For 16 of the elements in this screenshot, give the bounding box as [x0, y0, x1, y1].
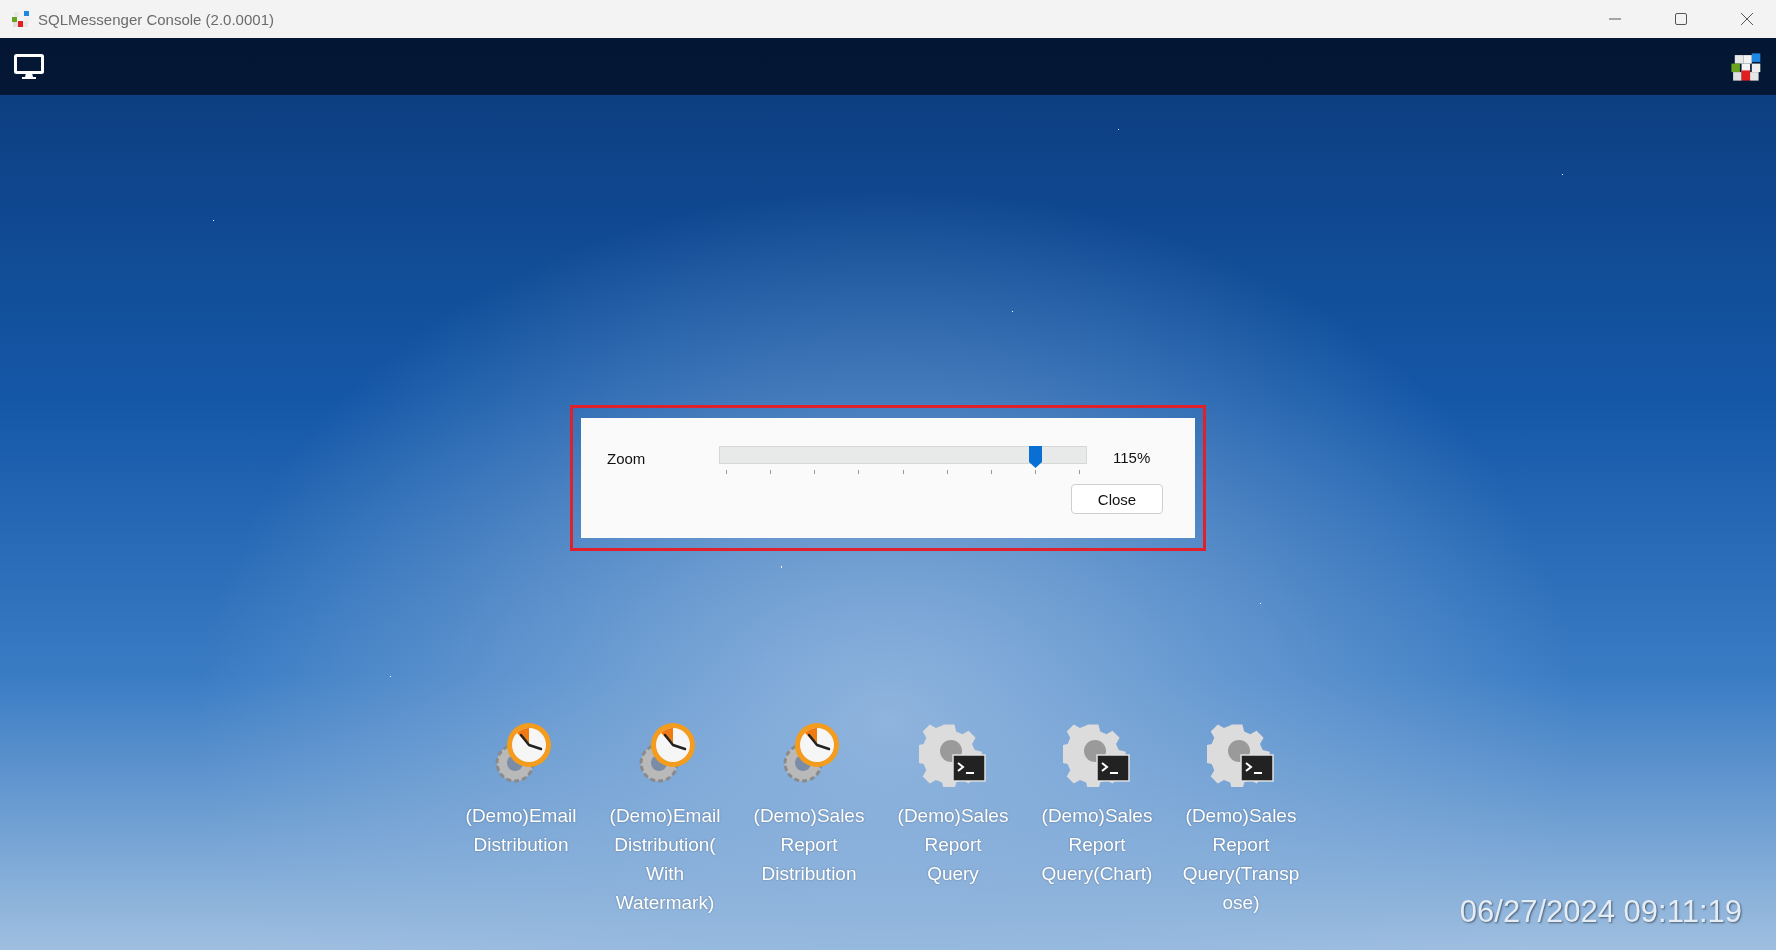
shortcut-label[interactable]: (Demo)Email Distribution [465, 801, 577, 859]
maximize-icon [1674, 12, 1688, 26]
shortcut-label[interactable]: (Demo)Sales Report Query(Chart) [1041, 801, 1153, 888]
cubes-logo-icon [10, 9, 30, 29]
shortcut-label[interactable]: (Demo)Sales Report Distribution [753, 801, 865, 888]
monitor-icon[interactable] [14, 53, 44, 80]
shortcut-label[interactable]: (Demo)Sales Report Query(Transp ose) [1182, 801, 1300, 917]
shortcut-label[interactable]: (Demo)Email Distribution( With Watermark) [609, 801, 721, 917]
shortcut-label[interactable]: (Demo)Sales Report Query [897, 801, 1009, 888]
slider-thumb[interactable] [1029, 446, 1042, 468]
zoom-value: 115% [1113, 448, 1151, 466]
date-time: 06/27/2024 09:11:19 [1459, 894, 1742, 930]
close-button[interactable]: Close [1071, 484, 1163, 514]
zoom-label: Zoom [607, 449, 647, 467]
close-icon [1740, 12, 1754, 26]
window-title: SQLMessenger Console (2.0.0001) [38, 10, 275, 28]
